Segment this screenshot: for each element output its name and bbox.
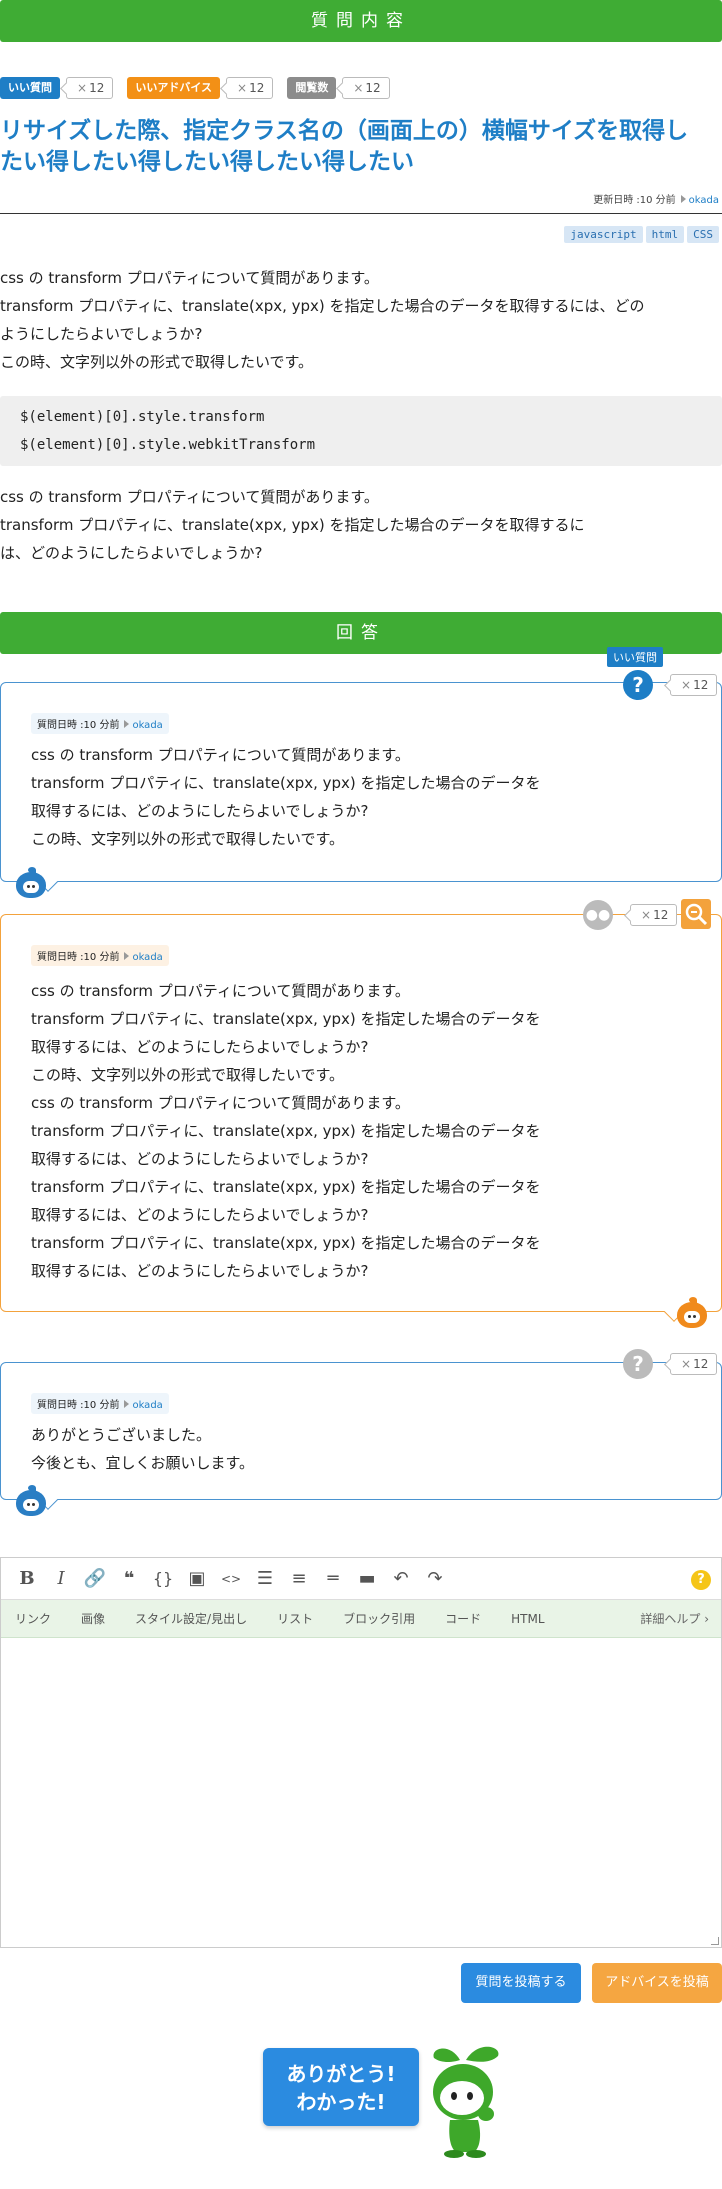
question-section-header: 質問内容: [0, 0, 722, 42]
advice-card: 質問日時 :10 分前 okada css の transform プロパティにつ…: [0, 914, 722, 1322]
author-link[interactable]: okada: [689, 195, 719, 206]
answer-text: css の transform プロパティについて質問があります。 transfo…: [31, 982, 541, 1280]
quote-icon[interactable]: ❝: [117, 1567, 141, 1591]
search-zoom-icon[interactable]: [681, 899, 711, 929]
redo-icon[interactable]: ↷: [423, 1567, 447, 1591]
advice-count: × 12: [630, 904, 678, 926]
unordered-list-icon[interactable]: ≡: [287, 1567, 311, 1591]
user-avatar-icon: [16, 867, 46, 898]
comment-icon[interactable]: ●●: [583, 900, 613, 930]
badge-label: 閲覧数: [287, 77, 337, 99]
italic-icon[interactable]: I: [49, 1567, 73, 1591]
good-question-badge[interactable]: いい質問 × 12: [0, 77, 114, 99]
bold-icon[interactable]: B: [15, 1567, 39, 1591]
code-braces-icon[interactable]: {}: [151, 1567, 175, 1591]
answer-textarea[interactable]: [1, 1639, 721, 1947]
tab-list[interactable]: リスト: [277, 1610, 313, 1627]
answer-count: × 12: [670, 1353, 718, 1375]
user-avatar-icon: [677, 1297, 707, 1328]
badge-count: × 12: [66, 77, 114, 99]
answer-text: css の transform プロパティについて質問があります。 transfo…: [31, 746, 541, 848]
question-title: リサイズした際、指定クラス名の（画面上の）横幅サイズを取得したい得したい得したい…: [0, 118, 689, 175]
tag-list: javascript html CSS: [564, 226, 719, 243]
answer-meta: 質問日時 :10 分前 okada: [31, 945, 169, 966]
answer-count: × 12: [670, 674, 718, 696]
image-icon[interactable]: ▣: [185, 1567, 209, 1591]
divider: [0, 213, 722, 214]
badge-row: いい質問 × 12 いいアドバイス × 12 閲覧数 × 12: [0, 77, 390, 99]
user-avatar-icon: [16, 1485, 46, 1516]
badge-label: いい質問: [0, 77, 60, 99]
resize-handle[interactable]: [711, 1937, 719, 1945]
view-count-badge: 閲覧数 × 12: [287, 77, 390, 99]
post-question-button[interactable]: 質問を投稿する: [461, 1963, 581, 2003]
badge-count: × 12: [226, 77, 274, 99]
tab-blockquote[interactable]: ブロック引用: [343, 1610, 415, 1627]
answer-editor: B I 🔗 ❝ {} ▣ <> ☰ ≡ ═ ▬ ↶ ↷ ? リンク 画像 スタイ…: [0, 1557, 722, 1948]
answer-card: 質問日時 :10 分前 okada ありがとうございました。 今後とも、宜しくお願い…: [0, 1362, 722, 1510]
tab-code[interactable]: コード: [445, 1610, 481, 1627]
link-icon[interactable]: 🔗: [83, 1567, 107, 1591]
good-question-label: いい質問: [607, 647, 663, 667]
horizontal-rule-icon[interactable]: ▬: [355, 1567, 379, 1591]
question-body: css の transform プロパティについて質問があります。 transf…: [0, 269, 645, 371]
tab-image[interactable]: 画像: [81, 1610, 105, 1627]
updated-time: 更新日時 :10 分前 okada: [593, 195, 719, 206]
question-mark-icon[interactable]: ?: [623, 670, 653, 700]
tab-link[interactable]: リンク: [15, 1610, 51, 1627]
html-code-icon[interactable]: <>: [219, 1567, 243, 1591]
editor-toolbar: B I 🔗 ❝ {} ▣ <> ☰ ≡ ═ ▬ ↶ ↷ ?: [1, 1558, 721, 1600]
ordered-list-icon[interactable]: ☰: [253, 1567, 277, 1591]
badge-count: × 12: [342, 77, 390, 99]
answer-card: 質問日時 :10 分前 okada css の transform プロパティにつ…: [0, 682, 722, 892]
tab-style[interactable]: スタイル設定/見出し: [135, 1610, 247, 1627]
help-icon[interactable]: ?: [691, 1570, 711, 1590]
tag-css[interactable]: CSS: [687, 226, 719, 243]
post-advice-button[interactable]: アドバイスを投稿: [592, 1963, 722, 2003]
good-advice-badge[interactable]: いいアドバイス × 12: [127, 77, 274, 99]
detail-help-link[interactable]: 詳細ヘルプ ›: [640, 1610, 709, 1627]
answer-text: ありがとうございました。 今後とも、宜しくお願いします。: [31, 1426, 255, 1472]
answer-meta: 質問日時 :10 分前 okada: [31, 713, 169, 734]
badge-label: いいアドバイス: [127, 77, 221, 99]
editor-help-tabs: リンク 画像 スタイル設定/見出し リスト ブロック引用 コード HTML 詳細…: [1, 1600, 721, 1638]
undo-icon[interactable]: ↶: [389, 1567, 413, 1591]
question-mark-icon[interactable]: ?: [623, 1349, 653, 1379]
answer-meta: 質問日時 :10 分前 okada: [31, 1393, 169, 1414]
tag-javascript[interactable]: javascript: [564, 226, 643, 243]
tag-html[interactable]: html: [645, 226, 685, 243]
code-block: $(element)[0].style.transform $(element)…: [0, 396, 722, 466]
tab-html[interactable]: HTML: [511, 1612, 544, 1626]
thanks-button[interactable]: ありがとう! わかった!: [263, 2048, 419, 2126]
heading-icon[interactable]: ═: [321, 1567, 345, 1591]
mascot-icon: [433, 2046, 499, 2158]
question-body-continued: css の transform プロパティについて質問があります。 transf…: [0, 488, 585, 562]
